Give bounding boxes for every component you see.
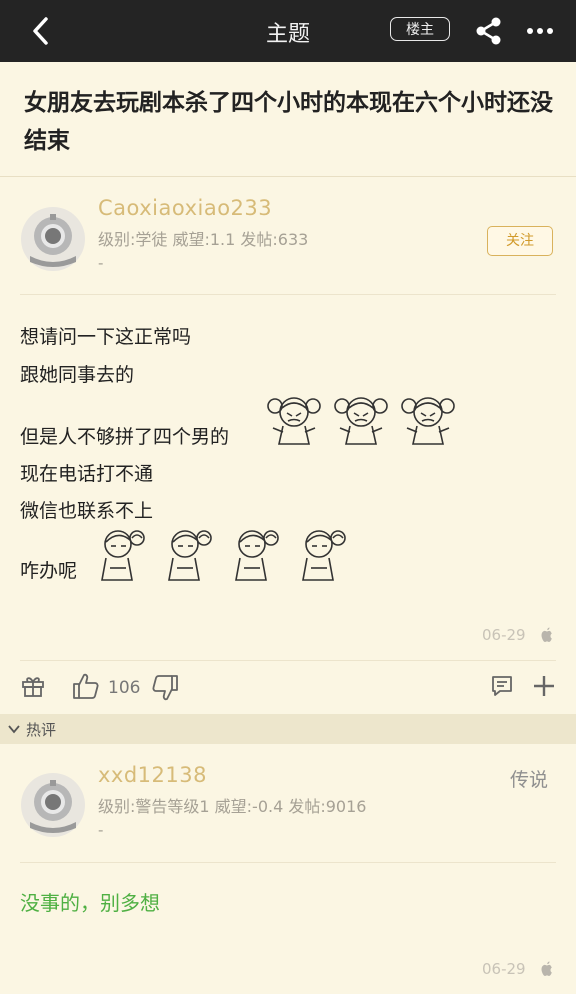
back-icon[interactable] — [26, 14, 56, 48]
sad-girl-sticker — [302, 530, 346, 581]
reply-text: 没事的，别多想 — [20, 891, 160, 915]
more-icon[interactable] — [524, 18, 556, 44]
reply-author-meta: 级别:警告等级1 威望:-0.4 发帖:9016 — [98, 797, 367, 816]
content-line: 但是人不够拼了四个男的 — [20, 426, 230, 448]
sad-girl-sticker — [168, 530, 212, 581]
reply-author-name[interactable]: xxd12138 — [98, 763, 207, 787]
chevron-down-icon — [8, 725, 20, 734]
crying-girl-sticker — [267, 397, 321, 445]
plus-icon[interactable] — [533, 675, 555, 697]
sad-girl-sticker — [235, 530, 279, 581]
like-count: 106 — [108, 678, 141, 698]
top-navigation-bar: 主题 楼主 — [0, 0, 576, 62]
apple-icon — [541, 627, 552, 642]
reply-author-extra: - — [98, 821, 104, 839]
divider — [20, 862, 556, 863]
sad-girl-sticker — [101, 530, 145, 581]
thumbs-up-icon[interactable] — [72, 672, 100, 700]
content-line: 微信也联系不上 — [20, 500, 154, 522]
follow-button[interactable]: 关注 — [487, 226, 553, 256]
crying-girl-sticker — [334, 397, 388, 445]
reply-rank-badge: 传说 — [510, 769, 549, 791]
gift-icon[interactable] — [21, 674, 45, 698]
author-avatar[interactable] — [20, 206, 86, 272]
divider — [20, 294, 556, 295]
reply-author-avatar[interactable] — [20, 772, 86, 838]
comment-icon[interactable] — [490, 674, 514, 698]
apple-icon — [541, 961, 552, 976]
hot-comments-label: 热评 — [26, 721, 57, 739]
crying-girl-sticker — [401, 397, 455, 445]
post-date: 06-29 — [482, 626, 526, 644]
share-icon[interactable] — [474, 16, 504, 46]
author-name[interactable]: Caoxiaoxiao233 — [98, 196, 272, 220]
author-meta: 级别:学徒 威望:1.1 发帖:633 — [98, 230, 309, 249]
only-op-button[interactable]: 楼主 — [390, 17, 450, 41]
divider — [0, 176, 576, 177]
content-line: 咋办呢 — [20, 560, 78, 582]
author-extra: - — [98, 254, 104, 272]
content-line: 跟她同事去的 — [20, 364, 135, 386]
divider — [20, 660, 556, 661]
reply-date: 06-29 — [482, 960, 526, 978]
hot-comments-header[interactable]: 热评 — [0, 714, 576, 744]
post-title: 女朋友去玩剧本杀了四个小时的本现在六个小时还没结束 — [24, 90, 553, 154]
thumbs-down-icon[interactable] — [151, 674, 179, 702]
content-line: 想请问一下这正常吗 — [20, 326, 192, 348]
content-line: 现在电话打不通 — [20, 463, 154, 485]
